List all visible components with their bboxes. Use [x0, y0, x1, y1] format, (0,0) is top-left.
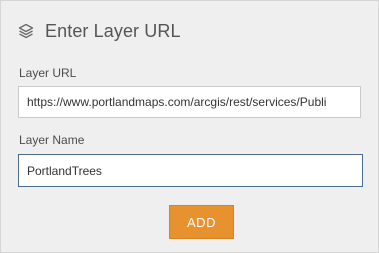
panel-title: Enter Layer URL	[45, 20, 181, 41]
layer-name-label: Layer Name	[19, 133, 85, 147]
add-button[interactable]: ADD	[169, 205, 234, 239]
layer-name-input[interactable]	[18, 154, 363, 187]
panel-header: Enter Layer URL	[17, 18, 181, 44]
layers-icon	[17, 22, 35, 40]
layer-url-label: Layer URL	[19, 66, 77, 80]
layer-url-input[interactable]	[18, 86, 361, 118]
enter-layer-url-panel: Enter Layer URL Layer URL Layer Name ADD	[0, 0, 379, 253]
